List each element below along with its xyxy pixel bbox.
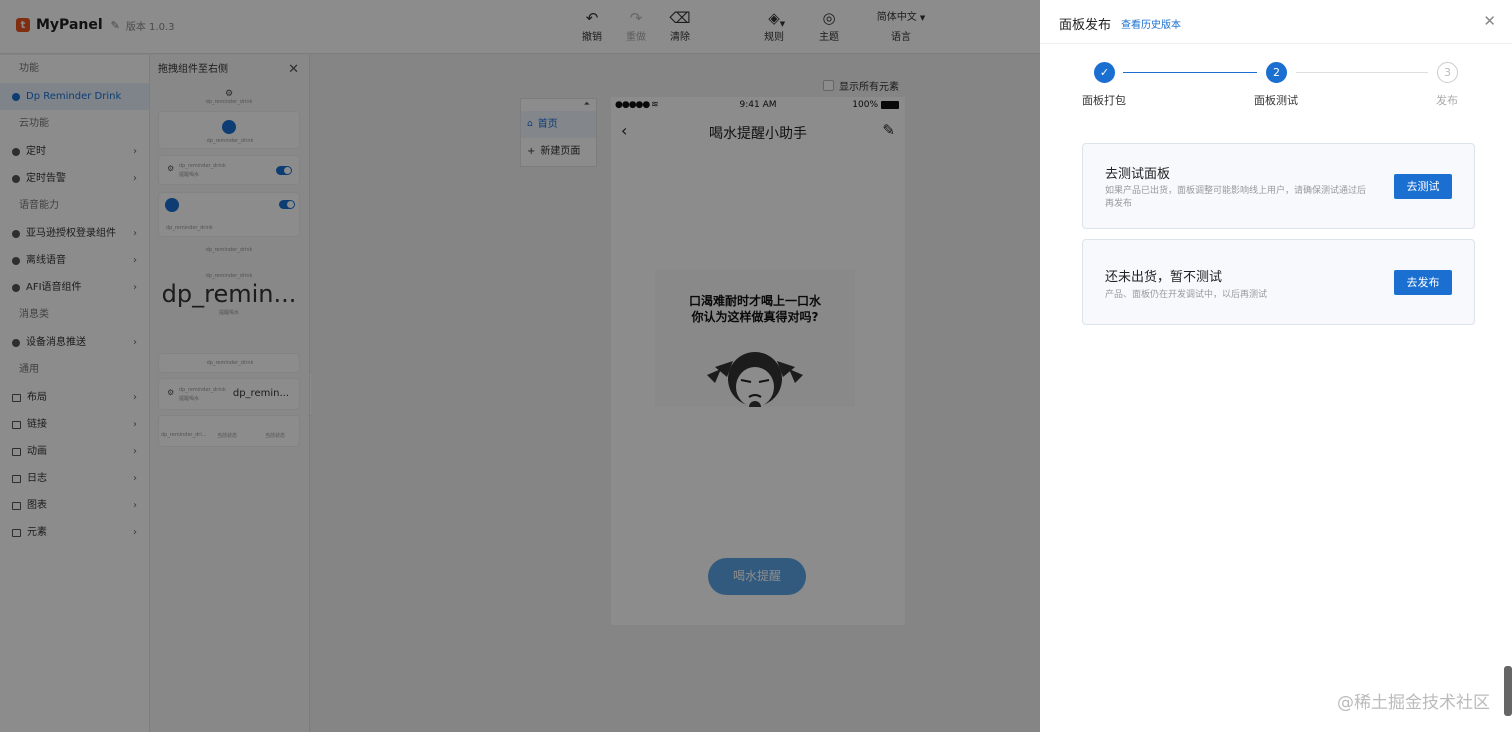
option-description: 如果产品已出货，面板调整可能影响线上用户，请确保测试通过后再发布 <box>1105 186 1367 209</box>
step-1-check-icon: ✓ <box>1094 62 1115 83</box>
close-icon[interactable]: ✕ <box>1483 12 1496 30</box>
step-3-indicator: 3 <box>1437 62 1458 83</box>
step-connector-2 <box>1296 72 1428 73</box>
option-description: 产品、面板仍在开发调试中，以后再测试 <box>1105 290 1268 300</box>
skip-test-card: 还未出货，暂不测试 产品、面板仍在开发调试中，以后再测试 去发布 <box>1082 239 1475 325</box>
publish-drawer: 面板发布 查看历史版本 ✕ ✓ 面板打包 2 面板测试 3 发布 去测试面板 如… <box>1040 0 1512 732</box>
step-2-indicator: 2 <box>1266 62 1287 83</box>
step-2-label: 面板测试 <box>1254 94 1298 107</box>
go-test-button[interactable]: 去测试 <box>1394 174 1452 199</box>
go-publish-button[interactable]: 去发布 <box>1394 270 1452 295</box>
option-title: 去测试面板 <box>1105 167 1171 182</box>
step-3-label: 发布 <box>1436 94 1458 107</box>
test-panel-card: 去测试面板 如果产品已出货，面板调整可能影响线上用户，请确保测试通过后再发布 去… <box>1082 143 1475 229</box>
history-version-link[interactable]: 查看历史版本 <box>1121 16 1181 31</box>
step-connector-1 <box>1123 72 1257 73</box>
modal-overlay[interactable] <box>0 0 1040 732</box>
option-title: 还未出货，暂不测试 <box>1105 270 1223 285</box>
drawer-header: 面板发布 查看历史版本 ✕ <box>1040 0 1512 44</box>
step-1-label: 面板打包 <box>1082 94 1126 107</box>
drawer-title: 面板发布 <box>1059 18 1112 33</box>
scrollbar-handle[interactable] <box>1504 666 1512 716</box>
watermark: @稀土掘金技术社区 <box>1337 693 1490 713</box>
